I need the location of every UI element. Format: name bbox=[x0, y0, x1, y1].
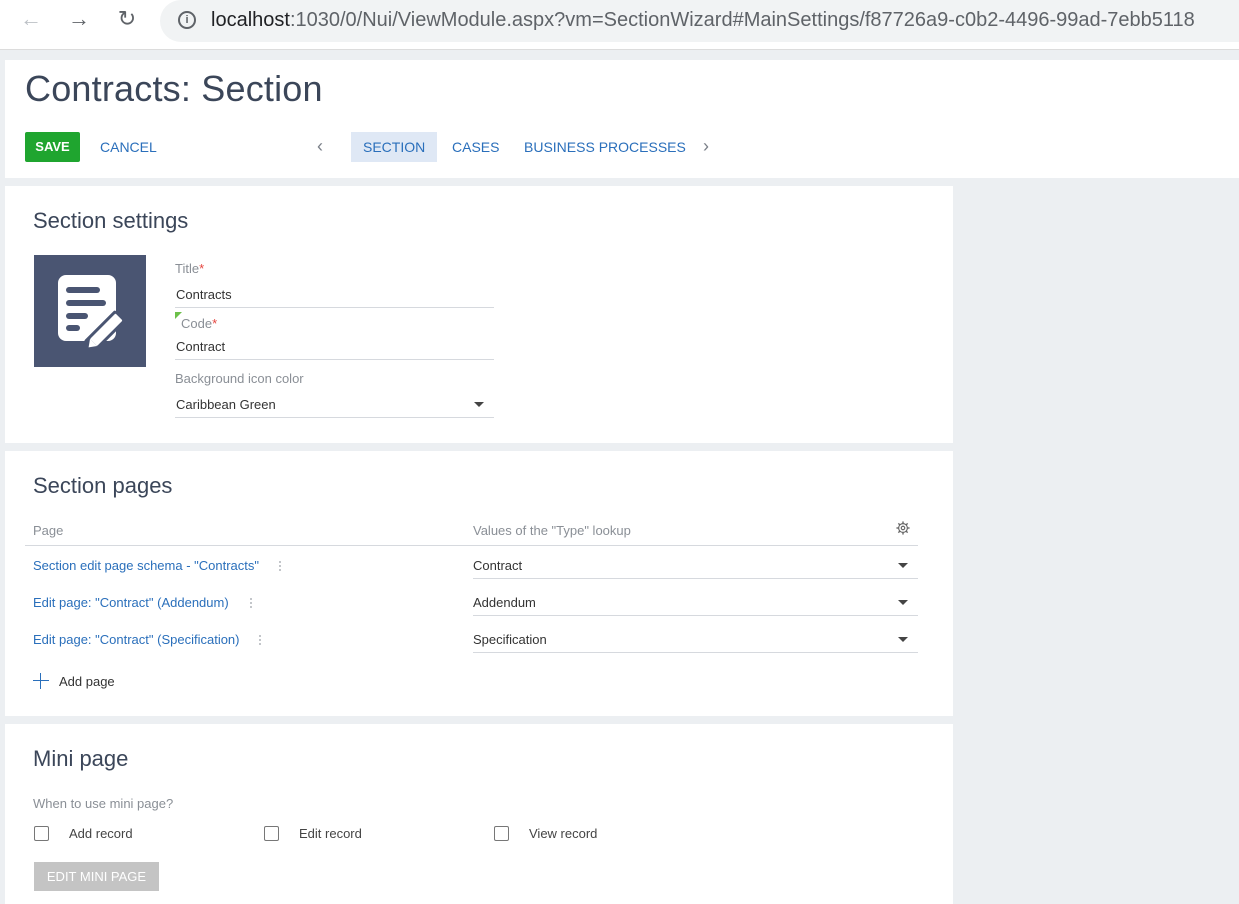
bg-color-value: Caribbean Green bbox=[176, 397, 276, 412]
edit-mini-page-button[interactable]: EDIT MINI PAGE bbox=[34, 862, 159, 891]
add-record-checkbox[interactable]: Add record bbox=[34, 826, 133, 841]
tab-section[interactable]: SECTION bbox=[351, 132, 438, 162]
checkbox-label: View record bbox=[529, 826, 598, 841]
arrow-left-icon[interactable]: ← bbox=[18, 6, 44, 32]
dropdown-arrow-icon[interactable] bbox=[474, 402, 484, 407]
save-button[interactable]: SAVE bbox=[25, 132, 80, 162]
bg-color-select[interactable]: Caribbean Green bbox=[175, 397, 494, 418]
tab-business-processes[interactable]: BUSINESS PROCESSES bbox=[512, 132, 698, 162]
url-host: localhost bbox=[211, 9, 290, 31]
type-select[interactable]: Contract bbox=[473, 558, 918, 579]
pages-grid-header: Page Values of the "Type" lookup bbox=[25, 521, 918, 546]
checkbox-box[interactable] bbox=[264, 826, 279, 841]
edit-record-checkbox[interactable]: Edit record bbox=[264, 826, 362, 841]
tab-cases[interactable]: CASES bbox=[440, 132, 511, 162]
title-field[interactable]: Contracts bbox=[175, 287, 494, 308]
table-row: Edit page: "Contract" (Addendum) Addendu… bbox=[25, 590, 918, 624]
dropdown-arrow-icon[interactable] bbox=[898, 637, 908, 642]
type-value: Specification bbox=[473, 632, 547, 647]
section-pages-title: Section pages bbox=[33, 473, 173, 498]
reload-icon[interactable]: ↻ bbox=[114, 6, 140, 32]
required-mark: * bbox=[212, 316, 218, 331]
type-select[interactable]: Addendum bbox=[473, 595, 918, 616]
type-select[interactable]: Specification bbox=[473, 632, 918, 653]
plus-icon bbox=[33, 673, 49, 689]
info-icon[interactable]: i bbox=[178, 11, 196, 29]
code-field-label: Code* bbox=[181, 316, 217, 331]
mini-page-panel: Mini page When to use mini page? Add rec… bbox=[5, 724, 953, 904]
more-vertical-icon[interactable] bbox=[275, 559, 285, 575]
type-value: Contract bbox=[473, 558, 523, 573]
browser-toolbar: ← → ↻ i localhost:1030/0/Nui/ViewModule.… bbox=[0, 0, 1239, 50]
column-header-page: Page bbox=[33, 523, 64, 538]
table-row: Section edit page schema - "Contracts" C… bbox=[25, 553, 918, 587]
section-icon-image[interactable] bbox=[34, 255, 146, 367]
type-value: Addendum bbox=[473, 595, 536, 610]
mini-page-title: Mini page bbox=[33, 746, 129, 771]
chevron-left-icon[interactable]: ‹ bbox=[310, 132, 330, 162]
table-row: Edit page: "Contract" (Specification) Sp… bbox=[25, 627, 918, 661]
add-page-label: Add page bbox=[59, 674, 115, 689]
checkbox-box[interactable] bbox=[34, 826, 49, 841]
arrow-right-icon[interactable]: → bbox=[66, 6, 92, 32]
code-label-text: Code bbox=[181, 316, 213, 331]
required-mark: * bbox=[199, 261, 205, 276]
title-field-label: Title* bbox=[175, 261, 204, 276]
edit-document-icon bbox=[58, 275, 126, 352]
chevron-right-icon[interactable]: › bbox=[696, 132, 716, 162]
dropdown-arrow-icon[interactable] bbox=[898, 563, 908, 568]
dropdown-arrow-icon[interactable] bbox=[898, 600, 908, 605]
section-settings-title: Section settings bbox=[33, 208, 189, 233]
address-bar[interactable]: i localhost:1030/0/Nui/ViewModule.aspx?v… bbox=[160, 0, 1239, 42]
add-page-button[interactable]: Add page bbox=[33, 673, 115, 689]
checkbox-label: Edit record bbox=[299, 826, 362, 841]
checkbox-label: Add record bbox=[69, 826, 133, 841]
url-path: :1030/0/Nui/ViewModule.aspx?vm=SectionWi… bbox=[289, 9, 1195, 31]
page-link[interactable]: Section edit page schema - "Contracts" bbox=[33, 558, 259, 573]
page-title: Contracts: Section bbox=[25, 68, 323, 109]
cancel-button[interactable]: CANCEL bbox=[100, 132, 157, 162]
mini-page-question: When to use mini page? bbox=[33, 796, 174, 811]
page-header: Contracts: Section SAVE CANCEL ‹ SECTION… bbox=[5, 60, 1239, 178]
code-field[interactable]: Contract bbox=[175, 339, 494, 360]
bg-color-label: Background icon color bbox=[175, 371, 304, 386]
column-header-type: Values of the "Type" lookup bbox=[473, 523, 631, 538]
section-settings-panel: Section settings Title* Contracts Code* … bbox=[5, 186, 953, 443]
checkbox-box[interactable] bbox=[494, 826, 509, 841]
gear-icon[interactable] bbox=[896, 521, 910, 535]
page-link[interactable]: Edit page: "Contract" (Addendum) bbox=[33, 595, 229, 610]
title-label-text: Title bbox=[175, 261, 200, 276]
page-link[interactable]: Edit page: "Contract" (Specification) bbox=[33, 632, 240, 647]
view-record-checkbox[interactable]: View record bbox=[494, 826, 597, 841]
section-pages-panel: Section pages Page Values of the "Type" … bbox=[5, 451, 953, 716]
more-vertical-icon[interactable] bbox=[246, 596, 256, 612]
url-text[interactable]: localhost:1030/0/Nui/ViewModule.aspx?vm=… bbox=[211, 9, 1195, 32]
more-vertical-icon[interactable] bbox=[255, 633, 265, 649]
